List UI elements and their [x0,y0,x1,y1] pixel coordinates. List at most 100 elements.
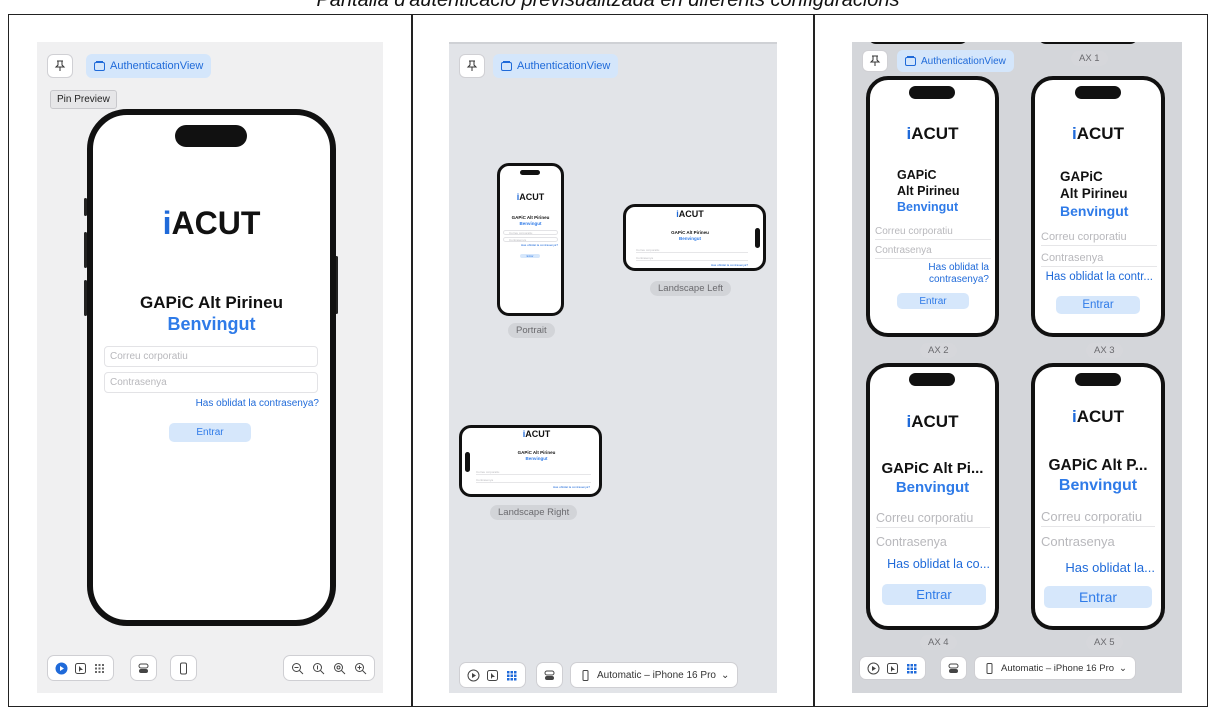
dynamic-island [520,170,540,175]
zoom-out-icon[interactable] [291,662,304,675]
variants-grid-icon[interactable] [505,669,518,682]
zoom-in-icon[interactable] [354,662,367,675]
enter-button[interactable]: Entrar [169,423,251,442]
email-field[interactable]: Correu corporatiu [875,224,991,240]
dynamic-island [755,228,760,248]
variant-label: Landscape Right [490,505,578,520]
pin-icon [466,60,478,71]
forgot-password-link[interactable]: Has oblidat la co... [870,557,990,571]
email-field[interactable]: Correu corporatiu [503,230,558,235]
settings-toolbar [940,656,967,680]
forgot-password-link[interactable]: Has oblidat la contrasenya? [500,243,558,247]
dynamic-type-label: AX 4 [920,635,957,650]
dynamic-type-label: AX 5 [1086,635,1123,650]
email-field[interactable]: Correu corporatiu [476,470,591,475]
forgot-password-link[interactable]: Has oblidat la contr... [1035,271,1153,283]
dynamic-island [909,86,955,99]
selectable-mode-icon[interactable] [886,662,899,675]
forgot-password-line2[interactable]: contrasenya? [870,274,989,285]
email-field[interactable]: Correu corporatiu [1041,228,1157,246]
view-name: AuthenticationView [517,60,611,72]
phone-preview-landscape-left: iACUT GAPiC Alt Pirineu Benvingut Correu… [623,204,766,271]
welcome-text: Benvingut [895,479,970,496]
email-field[interactable]: Correu corporatiu [1041,506,1155,527]
view-icon [905,56,916,66]
forgot-password-line1[interactable]: Has oblidat la [870,262,989,273]
password-field[interactable]: Contrasenya [476,478,591,483]
live-preview-icon[interactable] [55,662,68,675]
phone-preview-ax2: iACUT GAPiC Alt Pirineu Benvingut Correu… [866,76,999,337]
live-preview-icon[interactable] [867,662,880,675]
app-logo: iACUT [906,124,959,143]
zoom-toolbar [283,655,375,681]
dynamic-island [909,373,955,386]
password-field[interactable]: Contrasenya [1041,531,1155,552]
enter-button[interactable]: Entrar [520,254,540,258]
selectable-mode-icon[interactable] [74,662,87,675]
dynamic-island [175,125,247,147]
app-logo: iACUT [1072,124,1124,143]
chevron-down-icon: ⌄ [720,669,730,681]
welcome-text: Benvingut [897,200,959,214]
zoom-fit-icon[interactable] [333,662,346,675]
forgot-password-link[interactable]: Has oblidat la contrasenya? [93,398,319,409]
device-icon [579,669,592,682]
variants-grid-icon[interactable] [93,662,106,675]
password-field[interactable]: Contrasenya [503,237,558,242]
pin-preview-button[interactable] [862,50,888,72]
welcome-text: Benvingut [679,236,701,241]
enter-button[interactable]: Entrar [882,584,986,605]
forgot-password-link[interactable]: Has oblidat la... [1035,560,1155,575]
preview-mode-toolbar [459,662,526,688]
forgot-password-link[interactable]: Has oblidat la contrasenya? [462,485,590,489]
device-selector[interactable]: Automatic – iPhone 16 Pro ⌄ [570,662,739,688]
device-icon[interactable] [177,662,190,675]
canvas-settings-icon[interactable] [137,662,150,675]
live-preview-icon[interactable] [467,669,480,682]
view-selector-chip[interactable]: AuthenticationView [86,54,212,78]
pin-preview-button[interactable] [47,54,73,78]
settings-toolbar [536,662,563,688]
org-title: GAPiC Alt P... [1048,457,1148,474]
pin-preview-button[interactable] [459,54,485,78]
password-field[interactable]: Contrasenya [875,243,991,259]
org-title-line1: GAPiC [897,168,937,182]
device-selector[interactable]: Automatic – iPhone 16 Pro ⌄ [974,656,1136,680]
view-name: AuthenticationView [921,55,1006,67]
dynamic-type-label: AX 1 [1071,51,1108,66]
column-divider [813,14,815,707]
welcome-text: Benvingut [519,221,542,226]
phone-preview-ax5: iACUT GAPiC Alt P... Benvingut Correu co… [1031,363,1165,630]
enter-button[interactable]: Entrar [897,293,969,309]
view-selector-chip[interactable]: AuthenticationView [493,54,619,78]
chevron-down-icon: ⌄ [1119,662,1127,674]
email-field[interactable]: Correu corporatiu [636,248,748,253]
email-field[interactable]: Correu corporatiu [876,508,990,528]
view-selector-chip[interactable]: AuthenticationView [897,50,1014,72]
canvas-settings-icon[interactable] [543,669,556,682]
org-title: GAPiC Alt Pirineu [671,230,709,235]
dynamic-island [1075,86,1121,99]
phone-preview-portrait: iACUT GAPiC Alt Pirineu Benvingut Correu… [497,163,564,316]
phone-preview-ax3: iACUT GAPiC Alt Pirineu Benvingut Correu… [1031,76,1165,337]
zoom-100-icon[interactable] [312,662,325,675]
variants-grid-icon[interactable] [905,662,918,675]
org-title: GAPiC Alt Pirineu [140,293,283,312]
password-field[interactable]: Contrasenya [876,532,990,552]
view-icon [501,61,512,71]
enter-button[interactable]: Entrar [1044,586,1152,608]
selectable-mode-icon[interactable] [486,669,499,682]
dynamic-island [465,452,470,472]
device-name: Automatic – iPhone 16 Pro [1001,662,1115,674]
password-field[interactable]: Contrasenya [636,256,748,261]
enter-button[interactable]: Entrar [1056,296,1140,314]
column-divider [411,14,413,707]
password-field[interactable]: Contrasenya [104,372,318,393]
canvas-settings-icon[interactable] [947,662,960,675]
forgot-password-link[interactable]: Has oblidat la contrasenya? [626,263,748,267]
email-field[interactable]: Correu corporatiu [104,346,318,367]
welcome-text: Benvingut [167,314,256,334]
preview-canvas-single: AuthenticationView Pin Preview iACUT GAP… [37,42,383,693]
password-field[interactable]: Contrasenya [1041,249,1157,267]
org-title: GAPiC Alt Pirineu [511,215,550,220]
